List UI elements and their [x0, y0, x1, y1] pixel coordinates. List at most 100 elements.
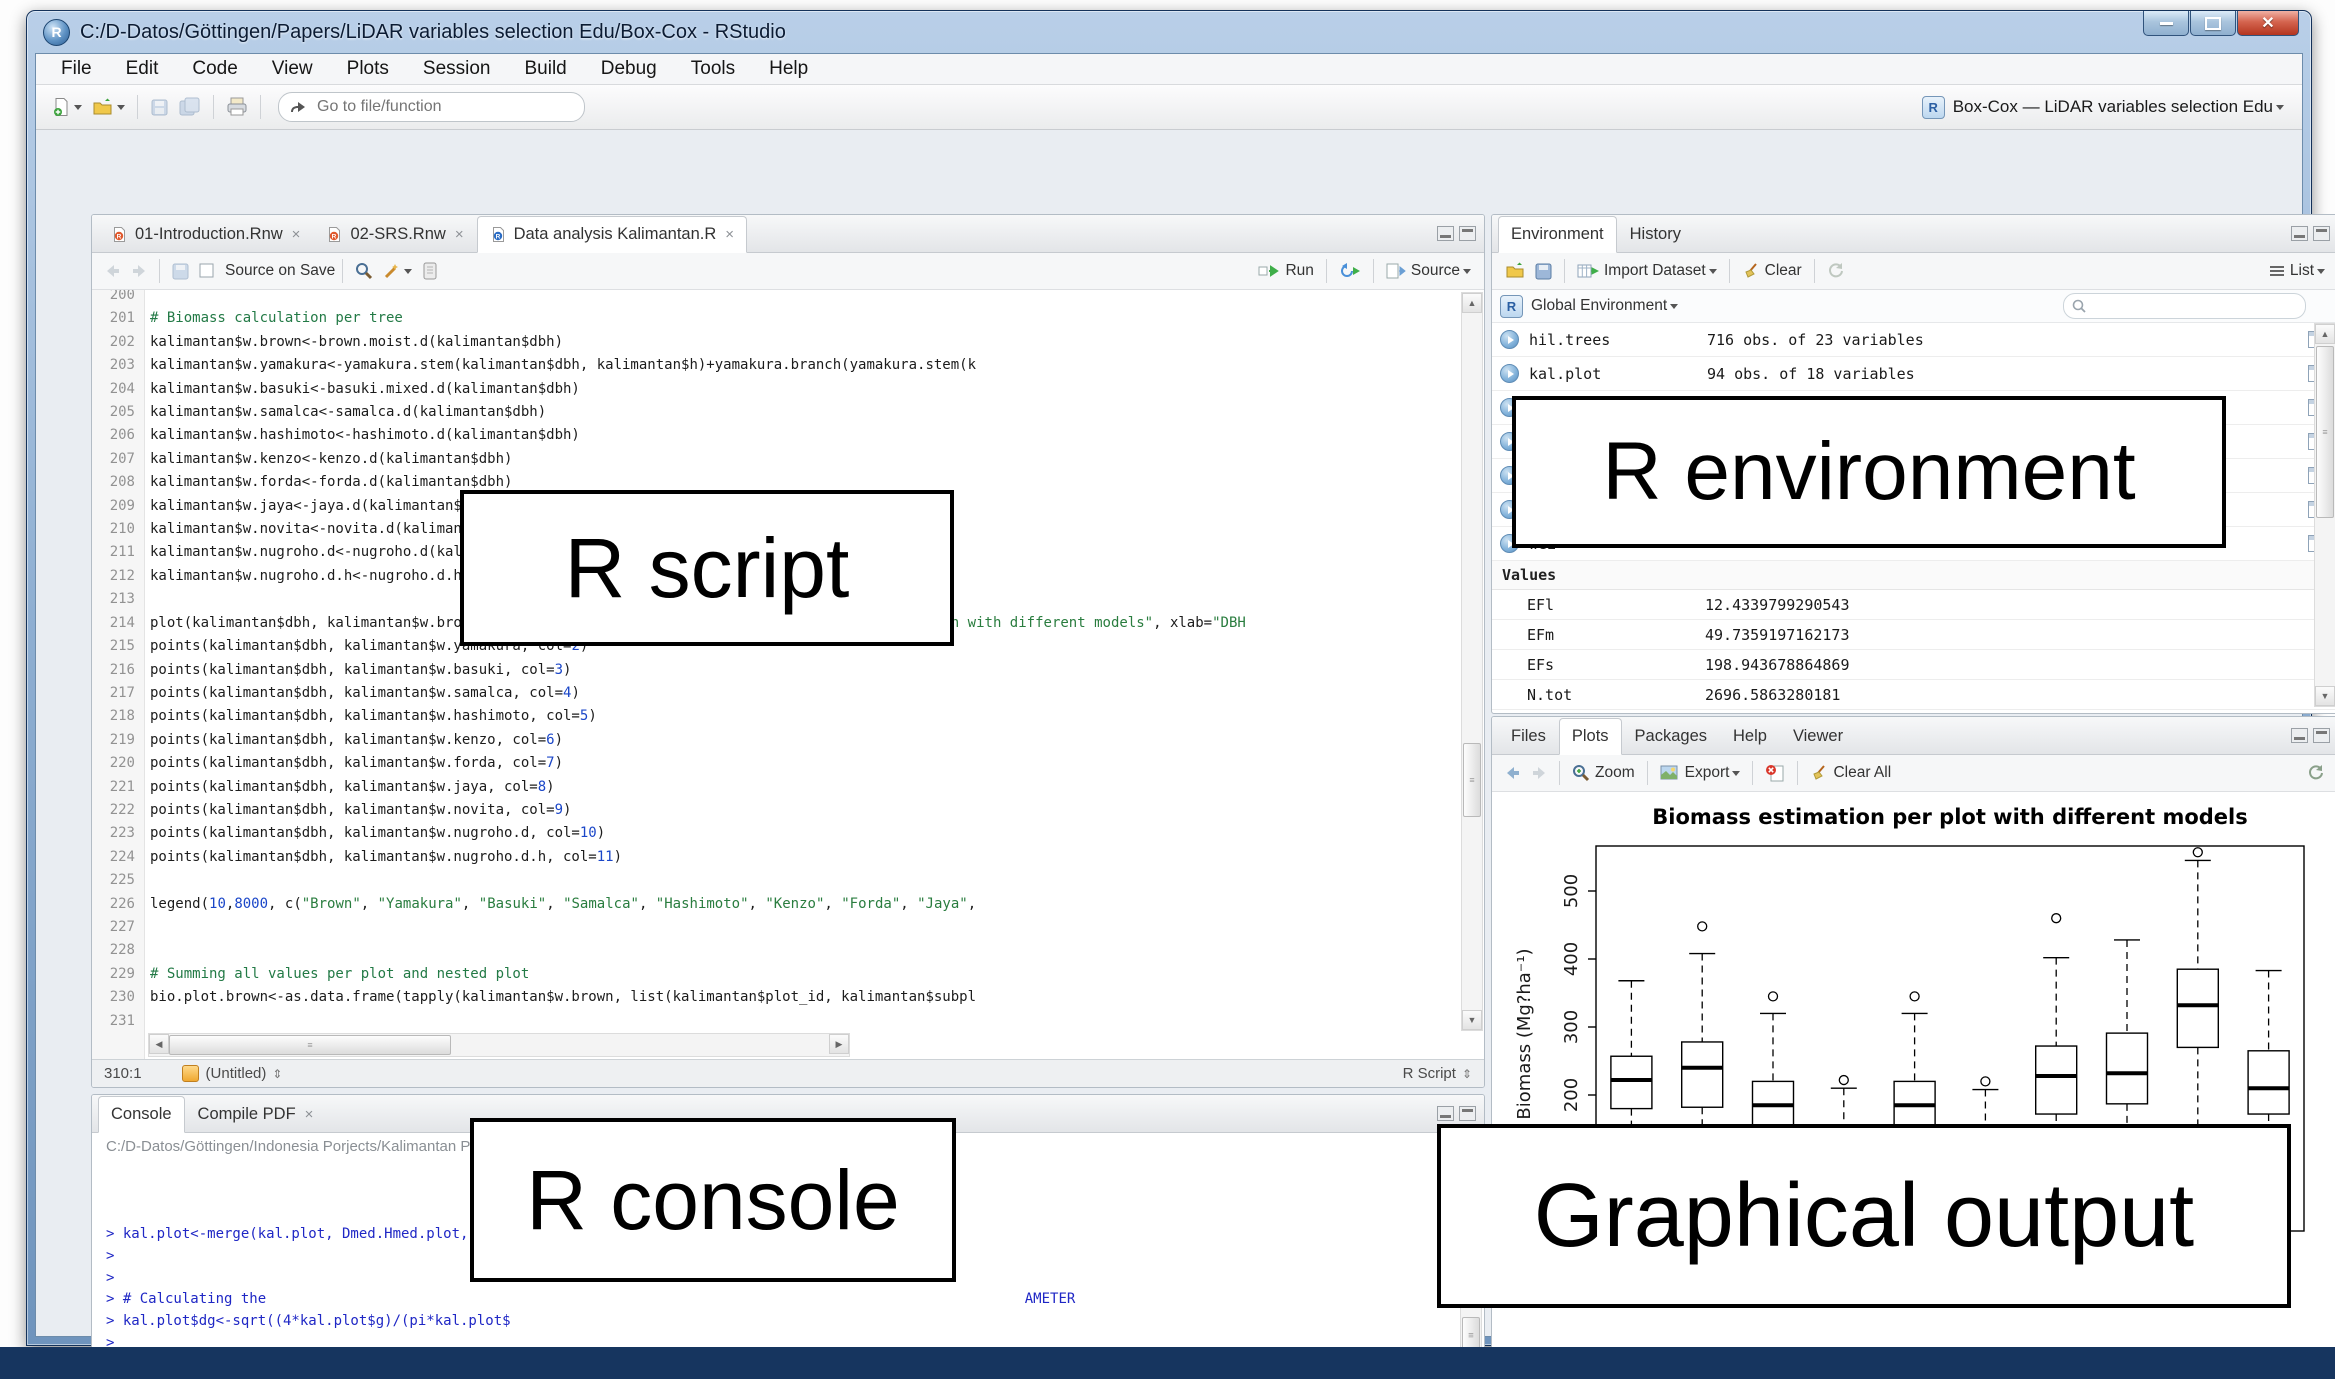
- minimize-button[interactable]: [2143, 11, 2189, 36]
- scroll-thumb[interactable]: ≡: [1463, 743, 1481, 817]
- minimize-pane-icon[interactable]: [2291, 226, 2308, 241]
- remove-plot-button[interactable]: [1760, 756, 1790, 790]
- scroll-thumb[interactable]: ≡: [169, 1035, 451, 1055]
- tab-packages[interactable]: Packages: [1622, 718, 1720, 755]
- close-tab-icon[interactable]: ×: [305, 1106, 314, 1123]
- previous-plot-button[interactable]: [1500, 756, 1526, 790]
- minimize-pane-icon[interactable]: [1437, 1106, 1454, 1121]
- save-button[interactable]: [145, 90, 174, 124]
- console-tab-console[interactable]: Console: [98, 1096, 185, 1133]
- menu-view[interactable]: View: [255, 54, 330, 84]
- code-line[interactable]: 217 points(kalimantan$dbh, kalimantan$w.s…: [92, 682, 1462, 705]
- back-button[interactable]: [100, 254, 126, 288]
- compile-notebook-button[interactable]: [417, 254, 443, 288]
- maximize-pane-icon[interactable]: [1459, 1106, 1476, 1121]
- menu-file[interactable]: File: [44, 54, 109, 84]
- document-selector[interactable]: (Untitled): [206, 1065, 267, 1082]
- scroll-down-icon[interactable]: ▼: [2315, 686, 2335, 706]
- code-line[interactable]: 222 points(kalimantan$dbh, kalimantan$w.n…: [92, 799, 1462, 822]
- tab-plots[interactable]: Plots: [1558, 718, 1622, 755]
- clear-all-plots-button[interactable]: Clear All: [1805, 756, 1896, 790]
- code-line[interactable]: 231: [92, 1010, 1462, 1033]
- next-plot-button[interactable]: [1526, 756, 1552, 790]
- menu-debug[interactable]: Debug: [584, 54, 674, 84]
- save-workspace-button[interactable]: [1530, 254, 1557, 288]
- new-file-caret[interactable]: [74, 104, 82, 110]
- code-tools-button[interactable]: [378, 254, 417, 288]
- goto-file-input[interactable]: [315, 97, 574, 117]
- close-tab-icon[interactable]: ×: [292, 226, 301, 243]
- scroll-thumb[interactable]: ≡: [2316, 346, 2334, 518]
- close-tab-icon[interactable]: ×: [725, 226, 734, 243]
- menu-edit[interactable]: Edit: [109, 54, 176, 84]
- tab-files[interactable]: Files: [1498, 718, 1559, 755]
- environment-search-input[interactable]: [2092, 297, 2297, 315]
- tab-help[interactable]: Help: [1720, 718, 1780, 755]
- menu-tools[interactable]: Tools: [674, 54, 752, 84]
- environment-search-box[interactable]: [2063, 293, 2306, 319]
- scroll-up-icon[interactable]: ▲: [1462, 293, 1482, 313]
- maximize-pane-icon[interactable]: [2313, 226, 2330, 241]
- code-line[interactable]: 219 points(kalimantan$dbh, kalimantan$w.k…: [92, 729, 1462, 752]
- code-line[interactable]: 226 legend(10,8000, c("Brown", "Yamakura"…: [92, 893, 1462, 916]
- code-line[interactable]: 207 kalimantan$w.kenzo<-kenzo.d(kalimanta…: [92, 448, 1462, 471]
- scroll-up-icon[interactable]: ▲: [2315, 324, 2335, 344]
- minimize-pane-icon[interactable]: [2291, 728, 2308, 743]
- menu-plots[interactable]: Plots: [330, 54, 406, 84]
- maximize-pane-icon[interactable]: [1459, 226, 1476, 241]
- save-doc-button[interactable]: [167, 254, 194, 288]
- code-line[interactable]: 223 points(kalimantan$dbh, kalimantan$w.n…: [92, 822, 1462, 845]
- menu-build[interactable]: Build: [508, 54, 584, 84]
- menu-session[interactable]: Session: [406, 54, 508, 84]
- menu-help[interactable]: Help: [752, 54, 825, 84]
- scope-caret[interactable]: [1670, 303, 1679, 309]
- find-button[interactable]: [350, 254, 378, 288]
- run-button[interactable]: Run: [1253, 254, 1318, 288]
- tab-history[interactable]: History: [1617, 216, 1694, 253]
- code-line[interactable]: 205 kalimantan$w.samalca<-samalca.d(kalim…: [92, 401, 1462, 424]
- source-tab-2[interactable]: R Data analysis Kalimantan.R ×: [476, 216, 748, 253]
- close-button[interactable]: ✕: [2237, 11, 2299, 36]
- code-line[interactable]: 201 # Biomass calculation per tree: [92, 307, 1462, 330]
- code-line[interactable]: 227: [92, 916, 1462, 939]
- code-line[interactable]: 204 kalimantan$w.basuki<-basuki.mixed.d(k…: [92, 378, 1462, 401]
- source-tab-0[interactable]: R 01-Introduction.Rnw ×: [98, 216, 313, 253]
- source-button[interactable]: Source: [1381, 254, 1476, 288]
- source-on-save-checkbox[interactable]: [194, 254, 220, 288]
- environment-scope[interactable]: Global Environment: [1531, 297, 1667, 315]
- editor-hscrollbar[interactable]: ◀ ▶ ≡: [148, 1033, 850, 1057]
- forward-button[interactable]: [126, 254, 152, 288]
- code-editor[interactable]: 200 201 # Biomass calculation per tree 202 k…: [92, 290, 1484, 1059]
- minimize-pane-icon[interactable]: [1437, 226, 1454, 241]
- code-line[interactable]: 228: [92, 939, 1462, 962]
- rerun-button[interactable]: [1334, 254, 1366, 288]
- scroll-right-icon[interactable]: ▶: [829, 1034, 849, 1054]
- load-workspace-button[interactable]: [1500, 254, 1530, 288]
- code-line[interactable]: 218 points(kalimantan$dbh, kalimantan$w.h…: [92, 705, 1462, 728]
- refresh-button[interactable]: [1822, 254, 1850, 288]
- code-line[interactable]: 229 # Summing all values per plot and nes…: [92, 963, 1462, 986]
- expand-icon[interactable]: [1500, 364, 1519, 383]
- environment-object-row[interactable]: hil.trees 716 obs. of 23 variables: [1492, 323, 2335, 357]
- code-line[interactable]: 221 points(kalimantan$dbh, kalimantan$w.j…: [92, 776, 1462, 799]
- code-line[interactable]: 216 points(kalimantan$dbh, kalimantan$w.b…: [92, 659, 1462, 682]
- export-plot-button[interactable]: Export: [1655, 756, 1746, 790]
- tab-environment[interactable]: Environment: [1498, 216, 1617, 253]
- zoom-plot-button[interactable]: Zoom: [1567, 756, 1640, 790]
- editor-vscrollbar[interactable]: ▲ ▼ ≡: [1461, 292, 1483, 1031]
- source-caret[interactable]: [1463, 268, 1471, 274]
- new-file-button[interactable]: [46, 90, 87, 124]
- print-button[interactable]: [221, 90, 253, 124]
- code-line[interactable]: 202 kalimantan$w.brown<-brown.moist.d(kal…: [92, 331, 1462, 354]
- tab-viewer[interactable]: Viewer: [1780, 718, 1856, 755]
- menu-code[interactable]: Code: [175, 54, 254, 84]
- code-line[interactable]: 203 kalimantan$w.yamakura<-yamakura.stem(…: [92, 354, 1462, 377]
- scroll-down-icon[interactable]: ▼: [1462, 1010, 1482, 1030]
- import-dataset-button[interactable]: Import Dataset: [1572, 254, 1722, 288]
- title-bar[interactable]: R C:/D-Datos/Göttingen/Papers/LiDAR vari…: [27, 11, 2311, 53]
- close-tab-icon[interactable]: ×: [455, 226, 464, 243]
- list-view-button[interactable]: List: [2264, 254, 2330, 288]
- console-tab-compile-pdf[interactable]: Compile PDF ×: [185, 1096, 327, 1133]
- clear-button[interactable]: Clear: [1737, 254, 1807, 288]
- open-file-button[interactable]: [87, 90, 130, 124]
